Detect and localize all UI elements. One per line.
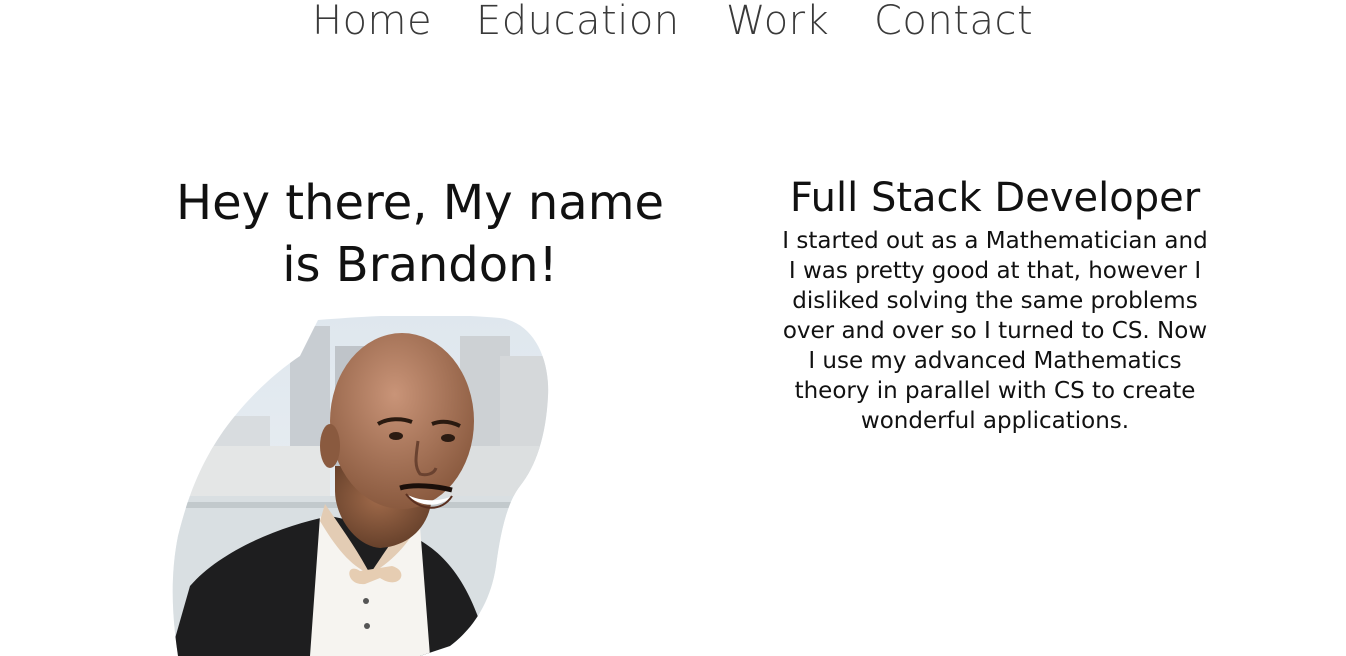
main-nav: Home Education Work Contact xyxy=(0,0,1346,50)
profile-photo xyxy=(172,316,549,656)
nav-link-contact[interactable]: Contact xyxy=(874,0,1033,44)
nav-link-work[interactable]: Work xyxy=(726,0,829,44)
hero-title: Hey there, My name is Brandon! xyxy=(150,172,690,296)
hero-title-line-1: Hey there, My name xyxy=(176,175,664,231)
nav-link-education[interactable]: Education xyxy=(476,0,680,44)
bio-paragraph: I started out as a Mathematician and I w… xyxy=(782,228,1208,434)
nav-link-home[interactable]: Home xyxy=(312,0,432,44)
role-title: Full Stack Developer xyxy=(789,175,1201,221)
hero-title-line-2: is Brandon! xyxy=(282,237,558,293)
